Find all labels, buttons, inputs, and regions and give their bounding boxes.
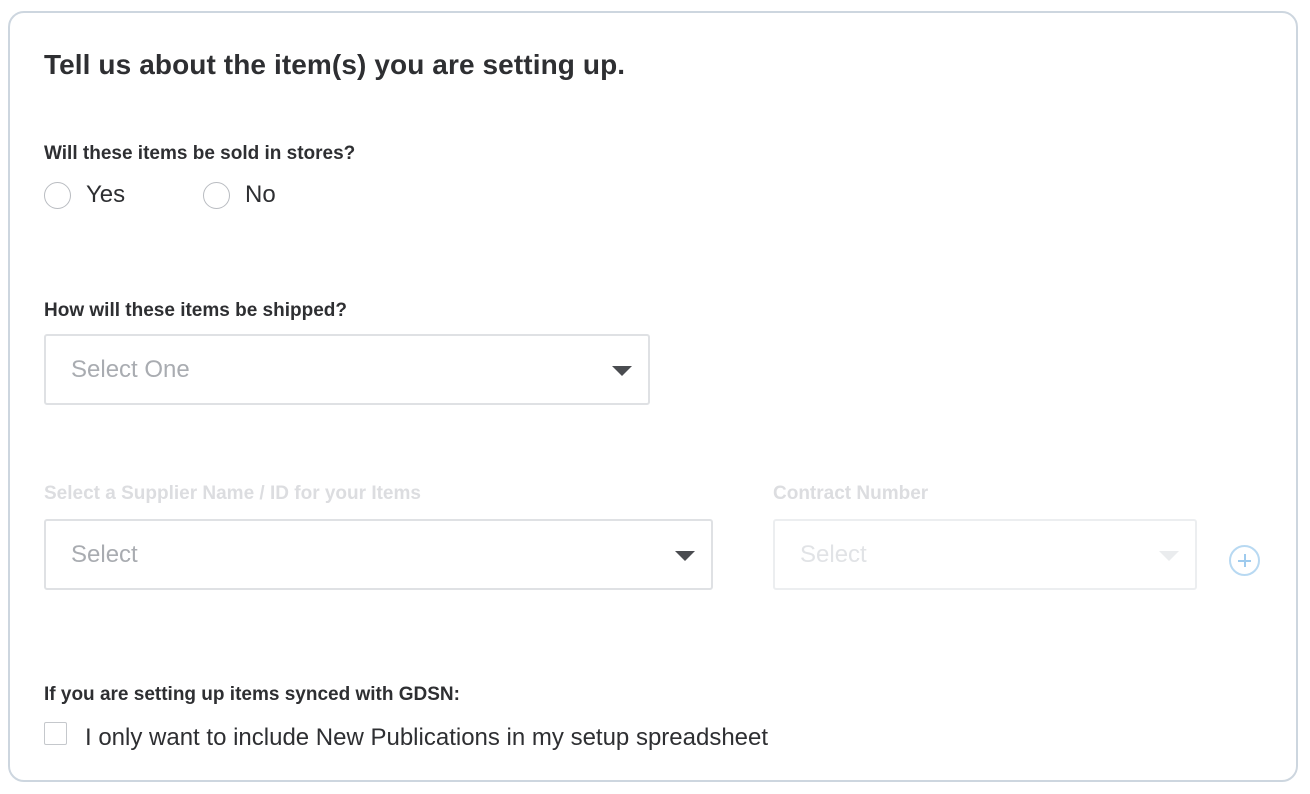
supplier-select[interactable]: Select [44, 519, 713, 590]
chevron-down-icon [675, 550, 695, 561]
gdsn-label: If you are setting up items synced with … [44, 684, 460, 705]
add-contract-plus-icon[interactable] [1229, 545, 1260, 576]
new-publications-checkbox[interactable] [44, 722, 67, 745]
new-publications-checkbox-label: I only want to include New Publications … [85, 724, 769, 751]
contract-number-select[interactable]: Select [773, 519, 1197, 590]
page-title: Tell us about the item(s) you are settin… [44, 49, 626, 80]
radio-yes-circle[interactable] [44, 181, 71, 209]
shipping-select[interactable]: Select One [44, 334, 650, 405]
radio-no[interactable]: No [203, 178, 276, 212]
radio-yes[interactable]: Yes [44, 178, 125, 212]
new-publications-checkbox-row[interactable]: I only want to include New Publications … [44, 720, 768, 756]
contract-number-select-placeholder: Select [800, 540, 867, 568]
supplier-select-placeholder: Select [71, 540, 138, 568]
chevron-down-icon [1159, 550, 1179, 561]
sold-in-stores-label: Will these items be sold in stores? [44, 143, 356, 164]
contract-number-label: Contract Number [773, 483, 929, 504]
radio-no-circle[interactable] [203, 181, 230, 209]
radio-no-label: No [245, 181, 276, 208]
shipping-label: How will these items be shipped? [44, 300, 347, 321]
shipping-select-placeholder: Select One [71, 355, 190, 383]
chevron-down-icon [612, 365, 632, 376]
supplier-label: Select a Supplier Name / ID for your Ite… [44, 483, 421, 504]
radio-yes-label: Yes [86, 181, 126, 208]
